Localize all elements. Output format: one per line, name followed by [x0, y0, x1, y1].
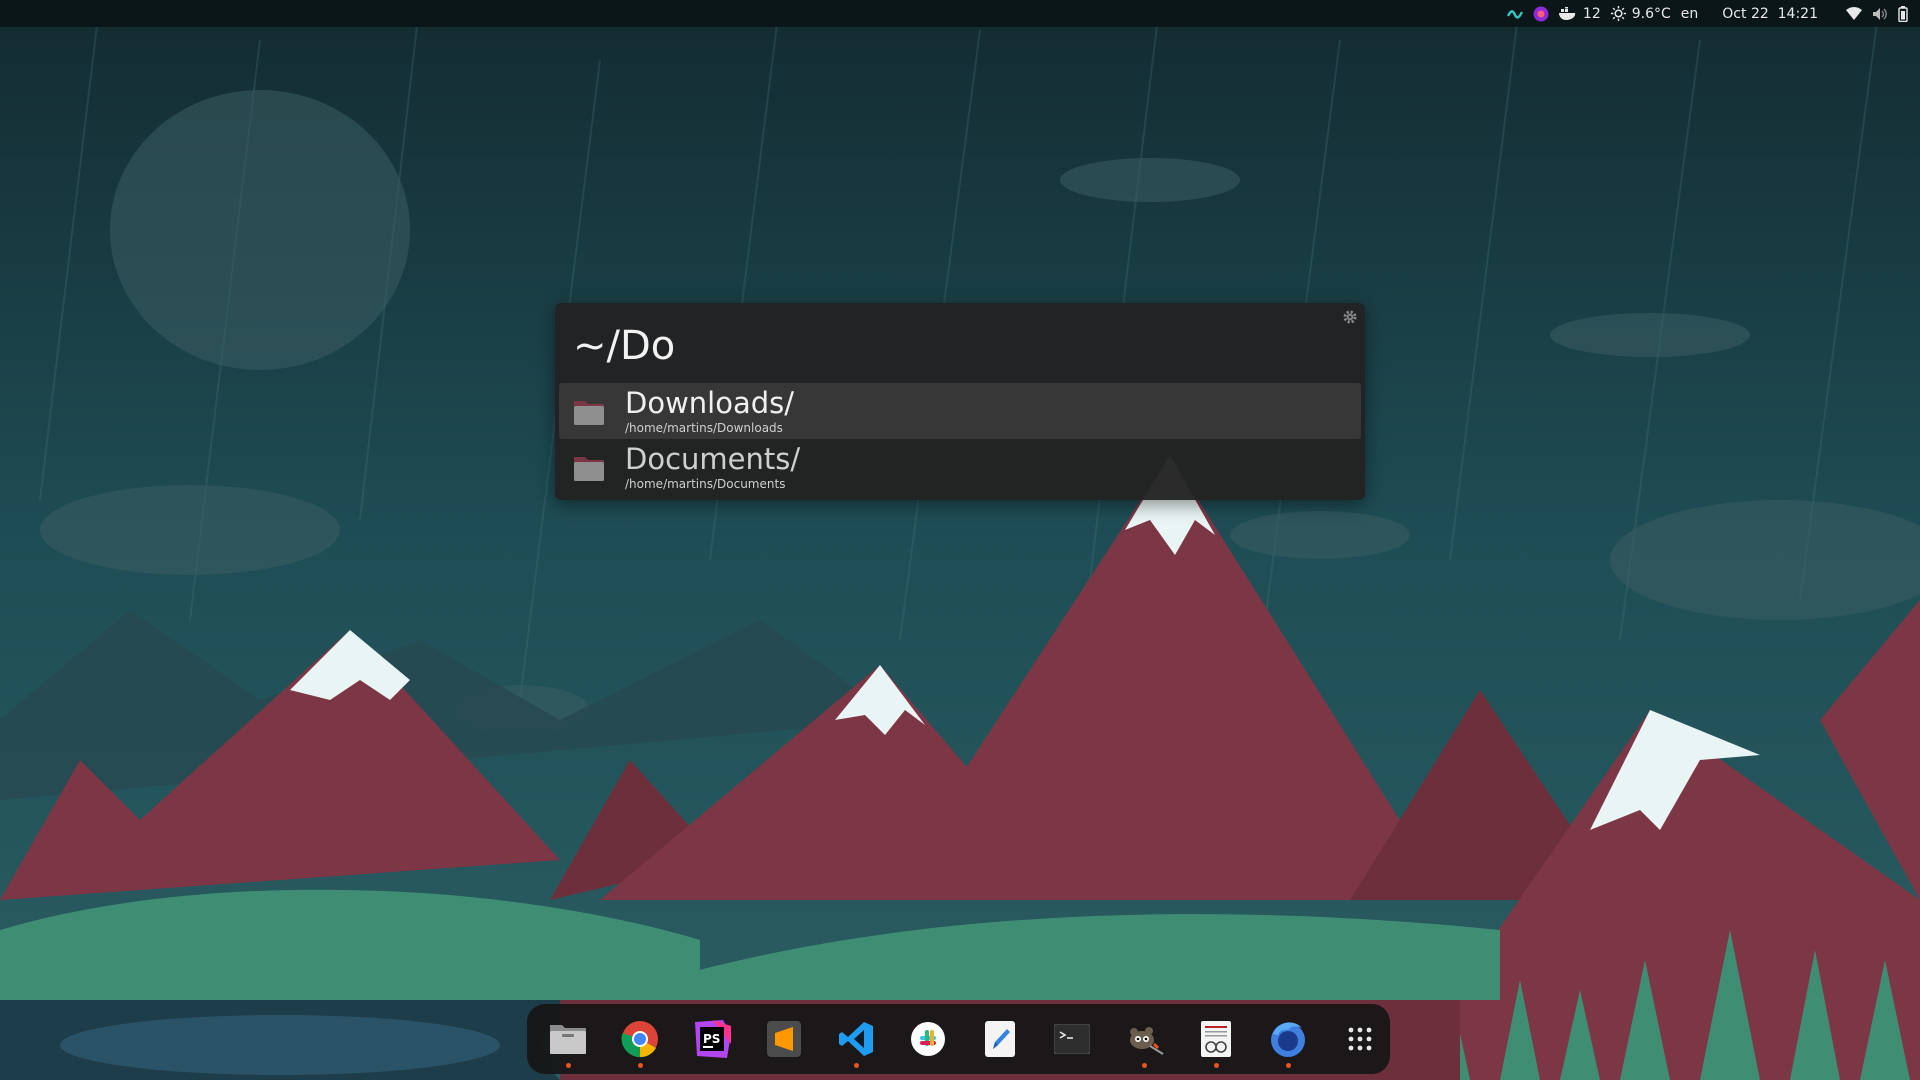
text-editor-icon [985, 1021, 1015, 1057]
sublime-text-icon [767, 1021, 801, 1057]
system-tray: 12 9.6°C en Oct 22 14:21 [1497, 0, 1908, 27]
ulauncher-window: Downloads/ /home/martins/Downloads Docum… [555, 303, 1365, 500]
gimp-icon [1130, 1027, 1164, 1055]
dock-item-document-viewer[interactable] [1190, 1010, 1242, 1068]
vscode-icon [839, 1022, 873, 1056]
show-applications-button[interactable] [1334, 1010, 1386, 1068]
running-indicator [1214, 1063, 1219, 1068]
speaker-icon [1873, 7, 1887, 20]
sun-icon [1610, 6, 1626, 21]
tray-count: 12 [1582, 5, 1601, 22]
weather-indicator[interactable]: 9.6°C [1610, 0, 1671, 27]
phpstorm-icon: PS [695, 1020, 731, 1058]
result-path: /home/martins/Documents [625, 477, 786, 491]
volume-indicator[interactable] [1872, 0, 1888, 27]
dock-item-files[interactable] [542, 1010, 594, 1068]
document-viewer-icon [1201, 1021, 1231, 1057]
app-indicator[interactable] [1533, 0, 1549, 27]
folder-icon [574, 457, 604, 481]
result-item-documents[interactable]: Documents/ /home/martins/Documents [559, 439, 1361, 495]
wifi-indicator[interactable] [1846, 0, 1862, 27]
keyboard-layout-indicator[interactable]: en [1681, 0, 1699, 27]
slack-icon [911, 1022, 945, 1056]
results-list: Downloads/ /home/martins/Downloads Docum… [559, 383, 1361, 495]
flame-app-icon [1533, 6, 1549, 21]
search-input[interactable] [573, 321, 1293, 371]
keyboard-layout-label: en [1680, 5, 1699, 22]
wave-icon [1506, 9, 1523, 19]
running-indicator [638, 1063, 643, 1068]
result-item-downloads[interactable]: Downloads/ /home/martins/Downloads [559, 383, 1361, 439]
terminal-icon [1054, 1024, 1090, 1054]
dock-item-chrome[interactable] [614, 1010, 666, 1068]
files-icon [550, 1025, 586, 1054]
docker-indicator[interactable]: 12 [1558, 0, 1601, 27]
show-apps-icon [1348, 1027, 1372, 1051]
running-indicator [1286, 1063, 1291, 1068]
dock-item-phpstorm[interactable]: PS [686, 1010, 738, 1068]
result-name: Documents/ [625, 442, 801, 476]
dock-item-gimp[interactable] [1118, 1010, 1170, 1068]
top-panel: 12 9.6°C en Oct 22 14:21 [0, 0, 1920, 27]
chrome-icon [621, 1021, 658, 1058]
result-path: /home/martins/Downloads [625, 421, 783, 435]
desktop-wallpaper [0, 0, 1920, 1080]
folder-icon [574, 401, 604, 425]
dock-item-vscode[interactable] [830, 1010, 882, 1068]
running-indicator [566, 1063, 571, 1068]
weather-temperature: 9.6°C [1631, 5, 1671, 22]
running-indicator [854, 1063, 859, 1068]
dock-item-slack[interactable] [902, 1010, 954, 1068]
svg-text:PS: PS [703, 1032, 720, 1046]
clock-label: Oct 22 14:21 [1722, 5, 1818, 22]
dock-item-firefox[interactable] [1262, 1010, 1314, 1068]
running-indicator [1142, 1063, 1147, 1068]
clock[interactable]: Oct 22 14:21 [1722, 0, 1818, 27]
dock-item-sublime-text[interactable] [758, 1010, 810, 1068]
firefox-icon [1271, 1022, 1305, 1057]
gear-icon[interactable] [1342, 309, 1358, 325]
battery-icon [1898, 5, 1908, 22]
network-indicator[interactable] [1506, 0, 1523, 27]
whale-icon [1558, 6, 1576, 20]
wifi-icon [1846, 7, 1862, 20]
dock-item-text-editor[interactable] [974, 1010, 1026, 1068]
dock: PS [527, 1004, 1390, 1074]
battery-indicator[interactable] [1898, 0, 1908, 27]
result-name: Downloads/ [625, 386, 795, 420]
dock-item-terminal[interactable] [1046, 1010, 1098, 1068]
